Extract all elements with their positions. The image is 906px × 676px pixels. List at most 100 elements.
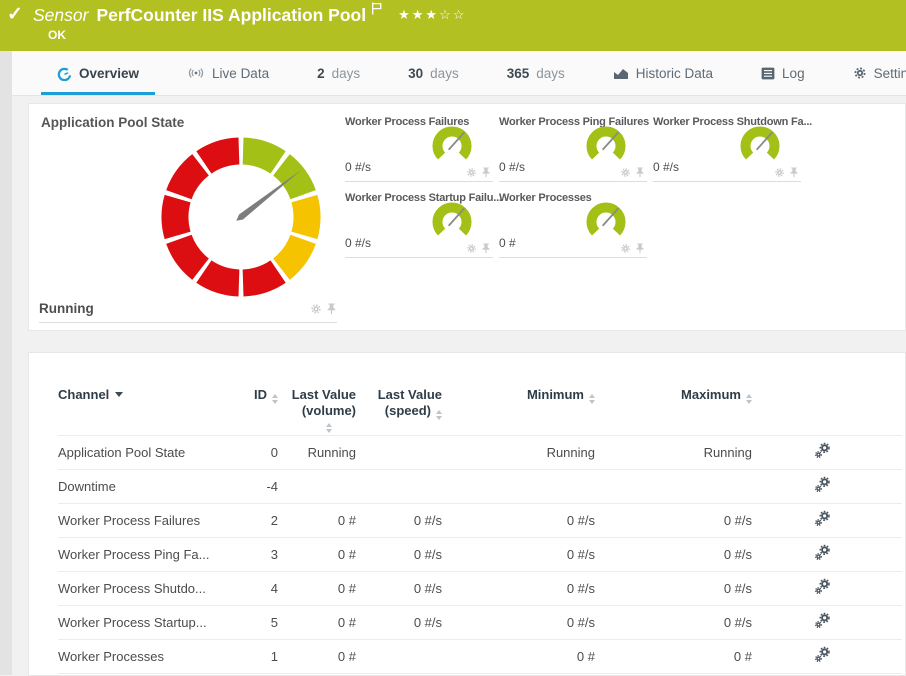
maximum-value: 0 #/s [595, 537, 752, 571]
channel-id: 5 [238, 605, 278, 639]
tab-label: 30 [408, 66, 423, 81]
maximum-value: 0 # [595, 639, 752, 673]
tab-365-days[interactable]: 365 days [505, 51, 567, 95]
channel-id: 0 [238, 435, 278, 469]
maximum-value: 0 #/s [595, 503, 752, 537]
last-value-volume: Running [278, 435, 356, 469]
mini-gauge-value: 0 #/s [345, 236, 371, 250]
gauge-pin-icon[interactable] [789, 167, 799, 178]
gauge-icon [57, 66, 72, 81]
gauge-settings-gear-icon[interactable] [620, 167, 631, 178]
maximum-value [595, 469, 752, 503]
column-header-last-value-speed[interactable]: Last Value (speed) [356, 379, 442, 435]
channel-name: Application Pool State [58, 435, 238, 469]
maximum-value: Running [595, 435, 752, 469]
tab-label: days [430, 66, 459, 81]
tab-live-data[interactable]: Live Data [185, 51, 271, 95]
page-left-margin [0, 51, 12, 675]
mini-gauge-tile: Worker Process Startup Failu... 0 #/s [345, 186, 493, 258]
tab-log[interactable]: Log [759, 51, 807, 95]
tab-historic-data[interactable]: Historic Data [611, 51, 715, 95]
column-header-maximum[interactable]: Maximum [595, 379, 752, 435]
column-label: (speed) [385, 403, 431, 418]
tab-label: days [332, 66, 361, 81]
mini-gauge-tile: Worker Process Shutdown Fa... 0 #/s [653, 110, 801, 182]
tab-overview[interactable]: Overview [55, 51, 141, 95]
channels-table-panel: Channel ID Last Value (volume) Last Valu… [28, 352, 906, 676]
last-value-speed [356, 435, 442, 469]
column-label: ID [254, 387, 267, 402]
gauge-pin-icon[interactable] [326, 303, 337, 315]
mini-gauge-value: 0 #/s [345, 160, 371, 174]
gauge-pin-icon[interactable] [635, 243, 645, 254]
channel-settings-gears-icon[interactable] [814, 612, 831, 629]
channel-settings-gears-icon[interactable] [814, 476, 831, 493]
gauge-settings-gear-icon[interactable] [620, 243, 631, 254]
last-value-volume [278, 469, 356, 503]
channel-id: -4 [238, 469, 278, 503]
mini-gauge [429, 124, 475, 168]
table-row[interactable]: Worker Processes 1 0 # 0 # 0 # [58, 639, 902, 673]
channel-settings-gears-icon[interactable] [814, 442, 831, 459]
column-label: Minimum [527, 387, 584, 402]
area-chart-icon [613, 67, 629, 80]
gauge-settings-gear-icon[interactable] [310, 303, 322, 315]
minimum-value: 0 # [442, 639, 595, 673]
table-row[interactable]: Worker Process Failures 2 0 # 0 #/s 0 #/… [58, 503, 902, 537]
table-row[interactable]: Application Pool State 0 Running Running… [58, 435, 902, 469]
tab-2-days[interactable]: 2 days [315, 51, 362, 95]
gauge-pin-icon[interactable] [481, 243, 491, 254]
column-label: Last Value [292, 387, 356, 403]
gauge-settings-gear-icon[interactable] [774, 167, 785, 178]
table-row[interactable]: Downtime -4 [58, 469, 902, 503]
channels-table: Channel ID Last Value (volume) Last Valu… [58, 379, 902, 674]
mini-gauge-title: Worker Processes [499, 192, 592, 204]
column-label: (volume) [302, 403, 356, 419]
channel-name: Worker Process Failures [58, 503, 238, 537]
column-header-last-value-volume[interactable]: Last Value (volume) [278, 379, 356, 435]
table-row[interactable]: Worker Process Ping Fa... 3 0 # 0 #/s 0 … [58, 537, 902, 571]
channel-settings-gears-icon[interactable] [814, 510, 831, 527]
gauge-pin-icon[interactable] [635, 167, 645, 178]
channel-name: Worker Process Startup... [58, 605, 238, 639]
channel-settings-gears-icon[interactable] [814, 544, 831, 561]
status-ok-check-icon: ✓ [7, 3, 23, 26]
minimum-value [442, 469, 595, 503]
last-value-speed: 0 #/s [356, 503, 442, 537]
gauge-pin-icon[interactable] [481, 167, 491, 178]
minimum-value: 0 #/s [442, 605, 595, 639]
tab-label: 365 [507, 66, 530, 81]
sensor-status-text: OK [48, 28, 66, 42]
tab-30-days[interactable]: 30 days [406, 51, 461, 95]
sort-icon [746, 394, 752, 404]
gauge-settings-gear-icon[interactable] [466, 167, 477, 178]
object-kind-label: Sensor [33, 5, 88, 26]
gear-icon [853, 66, 867, 80]
tab-label: 2 [317, 66, 325, 81]
table-row[interactable]: Worker Process Startup... 5 0 # 0 #/s 0 … [58, 605, 902, 639]
last-value-speed: 0 #/s [356, 537, 442, 571]
column-label: Maximum [681, 387, 741, 402]
column-header-channel[interactable]: Channel [58, 379, 238, 435]
mini-gauge-value: 0 #/s [499, 160, 525, 174]
priority-stars[interactable]: ★★★☆☆ [398, 7, 466, 23]
column-header-id[interactable]: ID [238, 379, 278, 435]
mini-gauge [583, 124, 629, 168]
minimum-value: 0 #/s [442, 571, 595, 605]
table-row[interactable]: Worker Process Shutdo... 4 0 # 0 #/s 0 #… [58, 571, 902, 605]
channel-name: Downtime [58, 469, 238, 503]
channel-id: 1 [238, 639, 278, 673]
application-pool-state-gauge [155, 131, 327, 303]
last-value-volume: 0 # [278, 639, 356, 673]
mini-gauge-grid: Worker Process Failures 0 #/s Worker Pro… [345, 110, 815, 258]
channel-id: 2 [238, 503, 278, 537]
channel-settings-gears-icon[interactable] [814, 578, 831, 595]
minimum-value: 0 #/s [442, 537, 595, 571]
last-value-speed: 0 #/s [356, 605, 442, 639]
priority-flag-icon [371, 0, 382, 20]
channel-settings-gears-icon[interactable] [814, 646, 831, 663]
mini-gauge-value: 0 #/s [653, 160, 679, 174]
tab-settings[interactable]: Settings [851, 51, 906, 95]
gauge-settings-gear-icon[interactable] [466, 243, 477, 254]
column-header-minimum[interactable]: Minimum [442, 379, 595, 435]
